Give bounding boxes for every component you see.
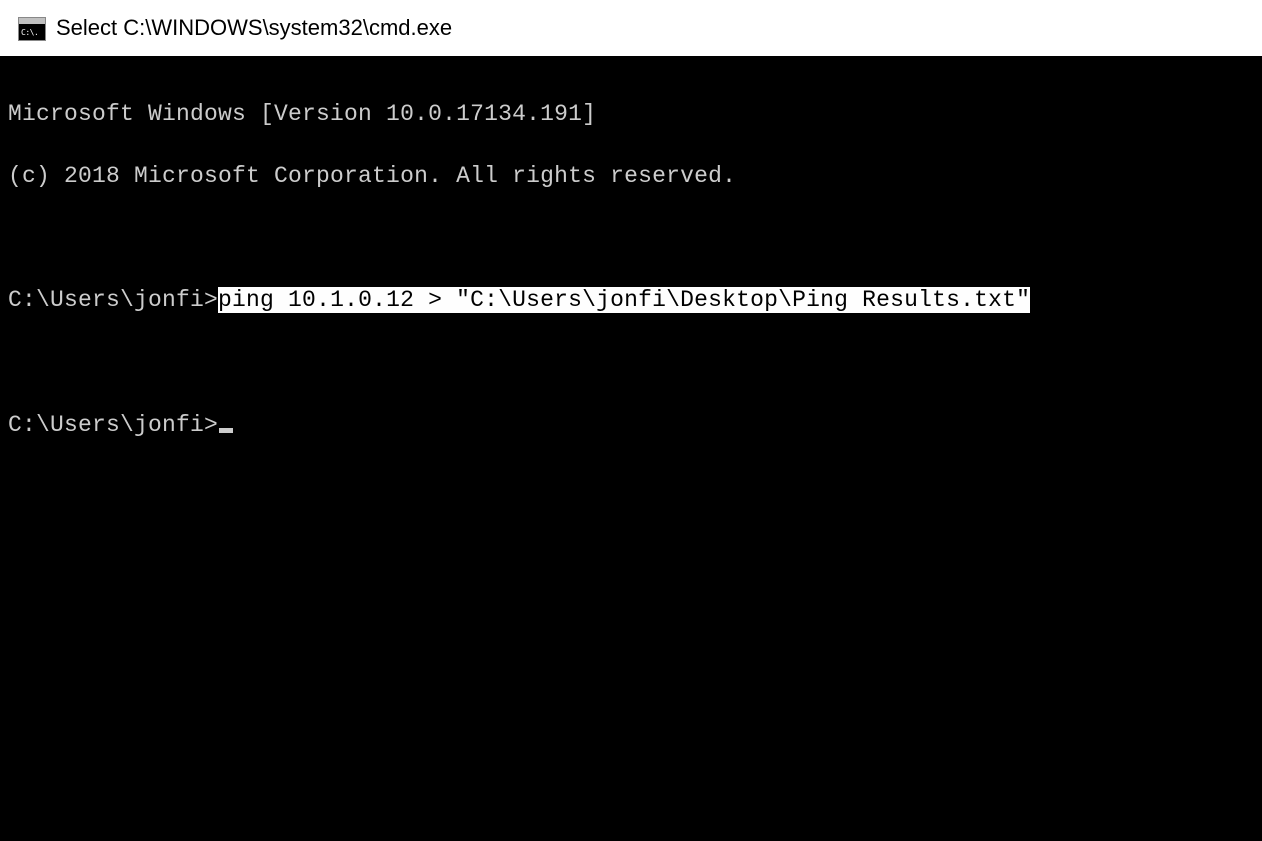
terminal-command-line: C:\Users\jonfi>ping 10.1.0.12 > "C:\User…: [8, 285, 1254, 316]
terminal-blank-line: [8, 347, 1254, 378]
terminal-prompt: C:\Users\jonfi>: [8, 412, 218, 438]
terminal-header-line: (c) 2018 Microsoft Corporation. All righ…: [8, 161, 1254, 192]
window-title: Select C:\WINDOWS\system32\cmd.exe: [56, 15, 452, 41]
terminal-prompt: C:\Users\jonfi>: [8, 287, 218, 313]
terminal-header-line: Microsoft Windows [Version 10.0.17134.19…: [8, 99, 1254, 130]
titlebar[interactable]: C:\. Select C:\WINDOWS\system32\cmd.exe: [0, 0, 1262, 56]
terminal-selected-command[interactable]: ping 10.1.0.12 > "C:\Users\jonfi\Desktop…: [218, 287, 1030, 313]
terminal-cursor: [219, 428, 233, 433]
terminal-body[interactable]: Microsoft Windows [Version 10.0.17134.19…: [0, 56, 1262, 841]
cmd-icon: C:\.: [18, 17, 46, 41]
cmd-icon-label: C:\.: [21, 28, 38, 37]
terminal-blank-line: [8, 223, 1254, 254]
terminal-current-prompt-line[interactable]: C:\Users\jonfi>: [8, 410, 1254, 441]
cmd-window: C:\. Select C:\WINDOWS\system32\cmd.exe …: [0, 0, 1262, 841]
